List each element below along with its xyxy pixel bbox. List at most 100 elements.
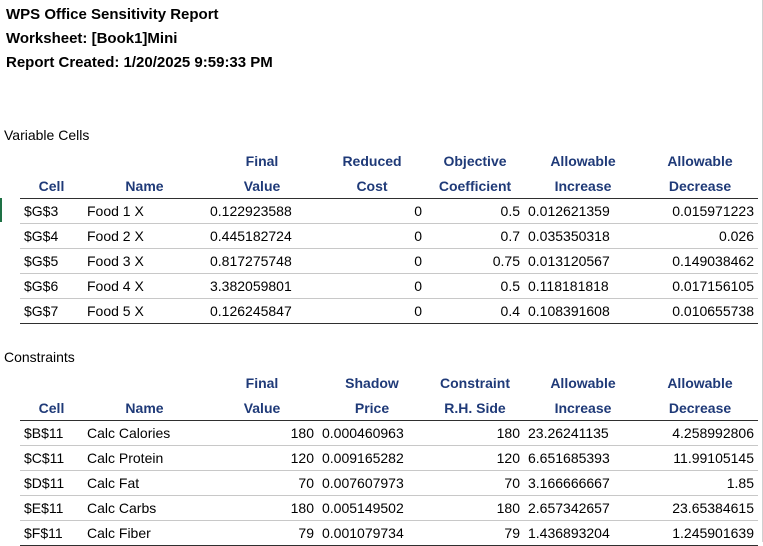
cell-name[interactable]: Food 2 X [83,223,206,249]
cell-shadow-price[interactable]: 0.007607973 [318,470,426,496]
cell-name[interactable]: Food 1 X [83,198,206,224]
cell-objective[interactable]: 0.5 [426,198,524,224]
header-top-allowable: Allowable [667,374,733,391]
cell-increase[interactable]: 6.651685393 [524,445,642,471]
header-top [83,370,206,395]
cell-increase[interactable]: 0.013120567 [524,248,642,274]
header-value: Value [206,173,318,199]
header-rh-side: R.H. Side [426,395,524,421]
selected-row-indicator [0,198,2,222]
cell-shadow-price[interactable]: 0.000460963 [318,420,426,446]
header-value: Value [206,395,318,421]
cell-ref[interactable]: $G$7 [20,298,83,324]
cell-ref[interactable]: $G$3 [20,198,83,224]
report-created: Report Created: 1/20/2025 9:59:33 PM [6,54,273,71]
report-title: WPS Office Sensitivity Report [6,6,219,23]
table-row: $G$7 Food 5 X 0.126245847 0 0.4 0.108391… [20,298,758,324]
cell-reduced-cost[interactable]: 0 [318,248,426,274]
cell-ref[interactable]: $G$6 [20,273,83,299]
cell-ref[interactable]: $C$11 [20,445,83,471]
header-top-objective: Objective [443,152,507,169]
cell-decrease[interactable]: 4.258992806 [642,420,758,446]
cell-rh-side[interactable]: 180 [426,420,524,446]
cell-shadow-price[interactable]: 0.009165282 [318,445,426,471]
table-row: $G$3 Food 1 X 0.122923588 0 0.5 0.012621… [20,198,758,224]
cell-decrease[interactable]: 23.65384615 [642,495,758,521]
cell-name[interactable]: Calc Calories [83,420,206,446]
table-row: $E$11 Calc Carbs 180 0.005149502 180 2.6… [20,495,758,521]
cell-name[interactable]: Calc Fat [83,470,206,496]
cell-reduced-cost[interactable]: 0 [318,273,426,299]
cell-reduced-cost[interactable]: 0 [318,198,426,224]
cell-name[interactable]: Calc Protein [83,445,206,471]
variable-cells-label: Variable Cells [4,127,90,143]
report-worksheet: Worksheet: [Book1]Mini [6,30,178,47]
cell-increase[interactable]: 3.166666667 [524,470,642,496]
cell-increase[interactable]: 23.26241135 [524,420,642,446]
cell-increase[interactable]: 0.118181818 [524,273,642,299]
header-name: Name [83,395,206,421]
cell-final-value[interactable]: 0.445182724 [206,223,318,249]
cell-rh-side[interactable]: 70 [426,470,524,496]
cell-rh-side[interactable]: 120 [426,445,524,471]
header-increase: Increase [524,395,642,421]
cell-ref[interactable]: $D$11 [20,470,83,496]
table-row: $D$11 Calc Fat 70 0.007607973 70 3.16666… [20,470,758,496]
header-top-allowable: Allowable [550,152,616,169]
cell-ref[interactable]: $B$11 [20,420,83,446]
cell-decrease[interactable]: 0.015971223 [642,198,758,224]
cell-objective[interactable]: 0.7 [426,223,524,249]
header-top-final: Final [245,152,279,169]
table-row: $G$6 Food 4 X 3.382059801 0 0.5 0.118181… [20,273,758,299]
header-top [20,148,83,173]
cell-decrease[interactable]: 0.026 [642,223,758,249]
cell-ref[interactable]: $G$5 [20,248,83,274]
cell-final-value[interactable]: 180 [206,420,318,446]
cell-final-value[interactable]: 0.122923588 [206,198,318,224]
cell-objective[interactable]: 0.4 [426,298,524,324]
cell-final-value[interactable]: 0.126245847 [206,298,318,324]
cell-rh-side[interactable]: 180 [426,495,524,521]
cell-increase[interactable]: 0.012621359 [524,198,642,224]
header-top-reduced: Reduced [342,152,402,169]
header-decrease: Decrease [642,395,758,421]
cell-increase[interactable]: 0.035350318 [524,223,642,249]
header-top [83,148,206,173]
cell-name[interactable]: Calc Carbs [83,495,206,521]
cell-increase[interactable]: 0.108391608 [524,298,642,324]
cell-decrease[interactable]: 0.010655738 [642,298,758,324]
cell-final-value[interactable]: 120 [206,445,318,471]
cell-decrease[interactable]: 1.85 [642,470,758,496]
cell-name[interactable]: Food 4 X [83,273,206,299]
cell-final-value[interactable]: 180 [206,495,318,521]
cell-reduced-cost[interactable]: 0 [318,223,426,249]
cell-objective[interactable]: 0.5 [426,273,524,299]
variable-cells-table: Final Reduced Objective Allowable Allowa… [20,148,758,324]
cell-name[interactable]: Food 5 X [83,298,206,324]
header-coefficient: Coefficient [426,173,524,199]
cell-reduced-cost[interactable]: 0 [318,298,426,324]
header-top [20,370,83,395]
constraints-label: Constraints [4,349,75,365]
constraints-table: Final Shadow Constraint Allowable Allowa… [20,370,758,546]
header-decrease: Decrease [642,173,758,199]
cell-decrease[interactable]: 0.017156105 [642,273,758,299]
header-price: Price [318,395,426,421]
header-cost: Cost [318,173,426,199]
header-top-allowable: Allowable [667,152,733,169]
cell-final-value[interactable]: 3.382059801 [206,273,318,299]
table-row: $B$11 Calc Calories 180 0.000460963 180 … [20,420,758,446]
cell-final-value[interactable]: 0.817275748 [206,248,318,274]
cell-ref[interactable]: $G$4 [20,223,83,249]
header-cell: Cell [20,395,83,421]
cell-ref[interactable]: $E$11 [20,495,83,521]
header-increase: Increase [524,173,642,199]
cell-shadow-price[interactable]: 0.005149502 [318,495,426,521]
cell-objective[interactable]: 0.75 [426,248,524,274]
cell-name[interactable]: Food 3 X [83,248,206,274]
cell-increase[interactable]: 2.657342657 [524,495,642,521]
cell-decrease[interactable]: 11.99105145 [642,445,758,471]
table-row: $C$11 Calc Protein 120 0.009165282 120 6… [20,445,758,471]
cell-decrease[interactable]: 0.149038462 [642,248,758,274]
cell-final-value[interactable]: 70 [206,470,318,496]
